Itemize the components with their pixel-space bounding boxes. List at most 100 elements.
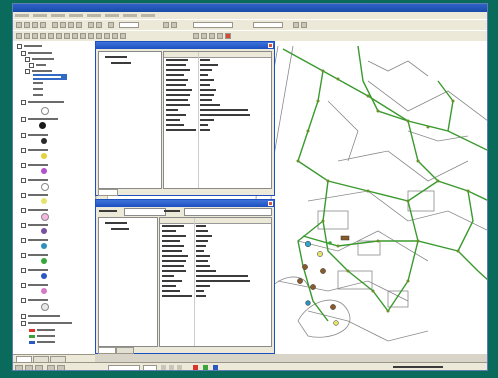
font-color-icon[interactable]: [193, 365, 198, 370]
task-combo[interactable]: [193, 22, 233, 28]
menu-item[interactable]: [69, 14, 83, 17]
measure-icon[interactable]: [112, 33, 118, 39]
scale-combo[interactable]: [119, 22, 139, 28]
toc-layers-root[interactable]: [17, 43, 42, 49]
font-size-combo[interactable]: [143, 365, 157, 370]
attributes-tree[interactable]: [98, 51, 162, 189]
refresh-icon[interactable]: [217, 33, 223, 39]
identify-table[interactable]: [159, 217, 272, 347]
attributes-tab[interactable]: [98, 189, 118, 196]
identify-icon[interactable]: [96, 33, 102, 39]
menu-item[interactable]: [87, 14, 101, 17]
location-field[interactable]: [184, 208, 272, 216]
select-features-icon[interactable]: [80, 33, 86, 39]
close-icon[interactable]: [268, 201, 273, 206]
font-combo[interactable]: [108, 365, 140, 370]
menu-bar: [13, 12, 487, 19]
menu-item[interactable]: [105, 14, 119, 17]
symbol-swatch: [41, 198, 47, 204]
tree-child[interactable]: [111, 228, 129, 230]
tree-root[interactable]: [105, 56, 127, 58]
zoom-in-icon[interactable]: [16, 33, 22, 39]
network-icon[interactable]: [201, 33, 207, 39]
identify-tab-1[interactable]: [98, 347, 116, 354]
symbol-swatch: [41, 168, 47, 174]
identify-tab-2[interactable]: [116, 347, 134, 354]
print-icon[interactable]: [40, 22, 46, 28]
attributes-table[interactable]: [163, 51, 272, 189]
toc-layer[interactable]: [33, 92, 43, 98]
identify-from-combo[interactable]: [124, 208, 166, 216]
rectangle-icon[interactable]: [47, 365, 55, 370]
tree-root[interactable]: [105, 222, 127, 224]
paste-icon[interactable]: [68, 22, 74, 28]
menu-item[interactable]: [141, 14, 155, 17]
full-extent-icon[interactable]: [56, 33, 62, 39]
sketch-properties-icon[interactable]: [301, 22, 307, 28]
cut-icon[interactable]: [52, 22, 58, 28]
symbol-swatch: [41, 213, 49, 221]
attributes-dialog-titlebar[interactable]: [96, 42, 274, 49]
back-extent-icon[interactable]: [64, 33, 70, 39]
find-icon[interactable]: [104, 33, 110, 39]
fixed-zoom-in-icon[interactable]: [32, 33, 38, 39]
line-color-icon[interactable]: [213, 365, 218, 370]
target-combo[interactable]: [253, 22, 283, 28]
symbol-swatch: [41, 288, 47, 294]
fixed-zoom-out-icon[interactable]: [40, 33, 46, 39]
identify-dialog[interactable]: [95, 199, 275, 354]
toc-layer[interactable]: [21, 320, 72, 326]
symbol-swatch: [41, 107, 49, 115]
add-data-icon[interactable]: [108, 22, 114, 28]
location-label: [164, 210, 180, 212]
new-icon[interactable]: [16, 22, 22, 28]
sketch-tool-icon[interactable]: [171, 22, 177, 28]
identify-from-label: [99, 210, 117, 212]
symbol-swatch: [41, 273, 47, 279]
close-icon[interactable]: [268, 43, 273, 48]
tree-child[interactable]: [111, 62, 131, 64]
legend-item: [29, 339, 55, 345]
menu-item[interactable]: [15, 14, 29, 17]
zoom-out-icon[interactable]: [24, 33, 30, 39]
text-icon[interactable]: [57, 365, 65, 370]
attributes-icon[interactable]: [293, 22, 299, 28]
menu-item[interactable]: [51, 14, 65, 17]
symbol-swatch: [41, 303, 49, 311]
symbol-swatch: [41, 153, 47, 159]
draw-tool-icon[interactable]: [15, 365, 23, 370]
rotate-icon[interactable]: [35, 365, 43, 370]
redo-icon[interactable]: [96, 22, 102, 28]
italic-icon[interactable]: [169, 365, 174, 370]
editor-icon[interactable]: [163, 22, 169, 28]
menu-item[interactable]: [33, 14, 47, 17]
toc-layer[interactable]: [21, 313, 60, 319]
select-elements-icon[interactable]: [88, 33, 94, 39]
open-icon[interactable]: [24, 22, 30, 28]
symbol-swatch: [41, 138, 47, 144]
select-icon[interactable]: [25, 365, 33, 370]
hyperlink-icon[interactable]: [120, 33, 126, 39]
layout-icon[interactable]: [209, 33, 215, 39]
stop-icon[interactable]: [225, 33, 231, 39]
pan-icon[interactable]: [48, 33, 54, 39]
symbol-swatch: [41, 183, 49, 191]
save-icon[interactable]: [32, 22, 38, 28]
topology-icon[interactable]: [193, 33, 199, 39]
attributes-dialog[interactable]: [95, 41, 275, 196]
identify-tree[interactable]: [98, 217, 158, 347]
forward-extent-icon[interactable]: [72, 33, 78, 39]
copy-icon[interactable]: [60, 22, 66, 28]
fill-color-icon[interactable]: [203, 365, 208, 370]
identify-dialog-titlebar[interactable]: [96, 200, 274, 207]
toc-group[interactable]: [21, 99, 64, 105]
toc-group[interactable]: [21, 116, 58, 122]
bold-icon[interactable]: [161, 365, 166, 370]
table-of-contents: [13, 41, 96, 354]
symbol-swatch: [41, 243, 47, 249]
menu-item[interactable]: [123, 14, 137, 17]
delete-icon[interactable]: [76, 22, 82, 28]
underline-icon[interactable]: [177, 365, 182, 370]
window-titlebar[interactable]: [13, 4, 487, 12]
undo-icon[interactable]: [88, 22, 94, 28]
